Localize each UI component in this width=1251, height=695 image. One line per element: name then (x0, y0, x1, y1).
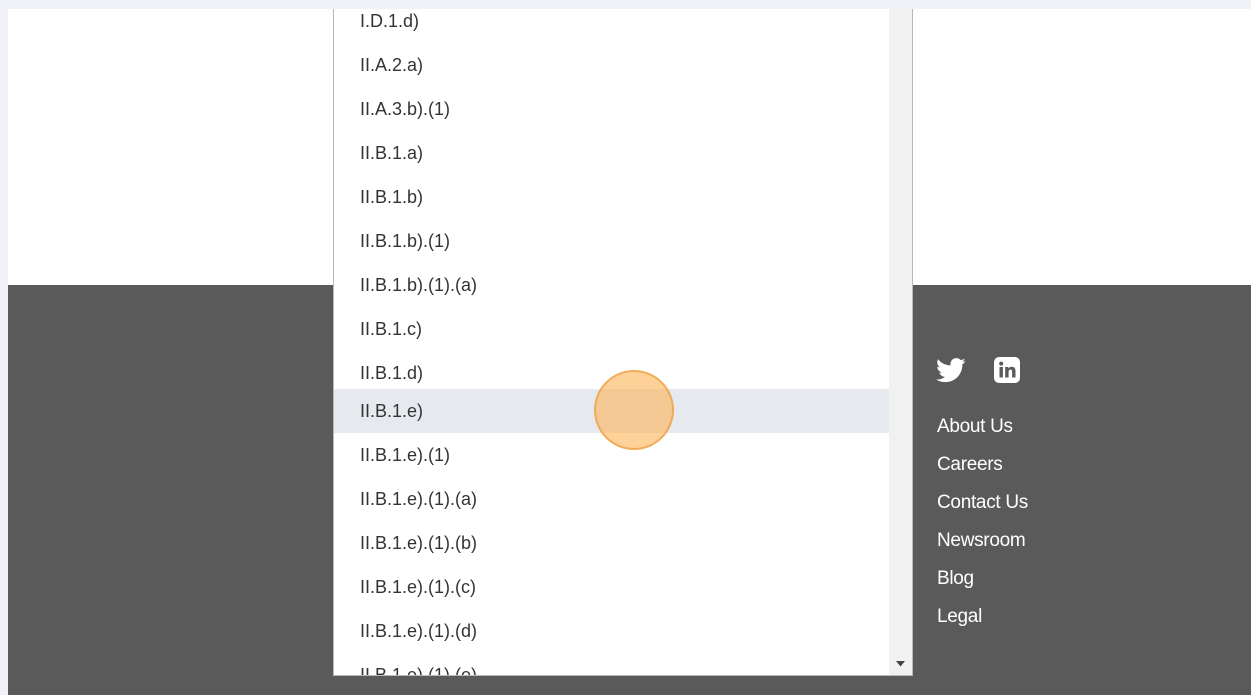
dropdown-option[interactable]: II.A.3.b).(1) (334, 87, 890, 131)
dropdown-option[interactable]: II.B.1.b) (334, 175, 890, 219)
linkedin-icon[interactable] (994, 357, 1020, 383)
footer-link-legal[interactable]: Legal (937, 605, 1028, 643)
dropdown-option[interactable]: II.B.1.c) (334, 307, 890, 351)
dropdown-option[interactable]: II.B.1.a) (334, 131, 890, 175)
scroll-down-arrow-icon[interactable] (889, 653, 912, 675)
dropdown-option[interactable]: II.A.2.a) (334, 43, 890, 87)
dropdown-option[interactable]: II.B.1.e).(1).(b) (334, 521, 890, 565)
dropdown-option[interactable]: II.B.1.e).(1).(d) (334, 609, 890, 653)
footer-link-about-us[interactable]: About Us (937, 415, 1028, 453)
dropdown-option[interactable]: II.B.1.e).(1).(a) (334, 477, 890, 521)
dropdown-option[interactable]: II.B.1.b).(1).(a) (334, 263, 890, 307)
social-links (936, 357, 1020, 383)
twitter-icon[interactable] (936, 357, 966, 383)
dropdown-list: I.D.1.d) II.A.2.a) II.A.3.b).(1) II.B.1.… (333, 9, 913, 676)
footer-link-blog[interactable]: Blog (937, 567, 1028, 605)
footer-link-newsroom[interactable]: Newsroom (937, 529, 1028, 567)
dropdown-options: I.D.1.d) II.A.2.a) II.A.3.b).(1) II.B.1.… (334, 9, 890, 675)
footer-link-careers[interactable]: Careers (937, 453, 1028, 491)
dropdown-option[interactable]: II.B.1.e).(1).(c) (334, 565, 890, 609)
footer-links: About Us Careers Contact Us Newsroom Blo… (937, 415, 1028, 643)
dropdown-scrollbar[interactable] (889, 9, 912, 675)
dropdown-option-highlighted[interactable]: II.B.1.e) (334, 389, 890, 433)
dropdown-option[interactable]: II.B.1.b).(1) (334, 219, 890, 263)
dropdown-option[interactable]: I.D.1.d) (334, 9, 890, 43)
footer-link-contact-us[interactable]: Contact Us (937, 491, 1028, 529)
dropdown-option[interactable]: II.B.1.e).(1) (334, 433, 890, 477)
dropdown-option[interactable]: II.B.1.e).(1).(e) (334, 653, 890, 675)
